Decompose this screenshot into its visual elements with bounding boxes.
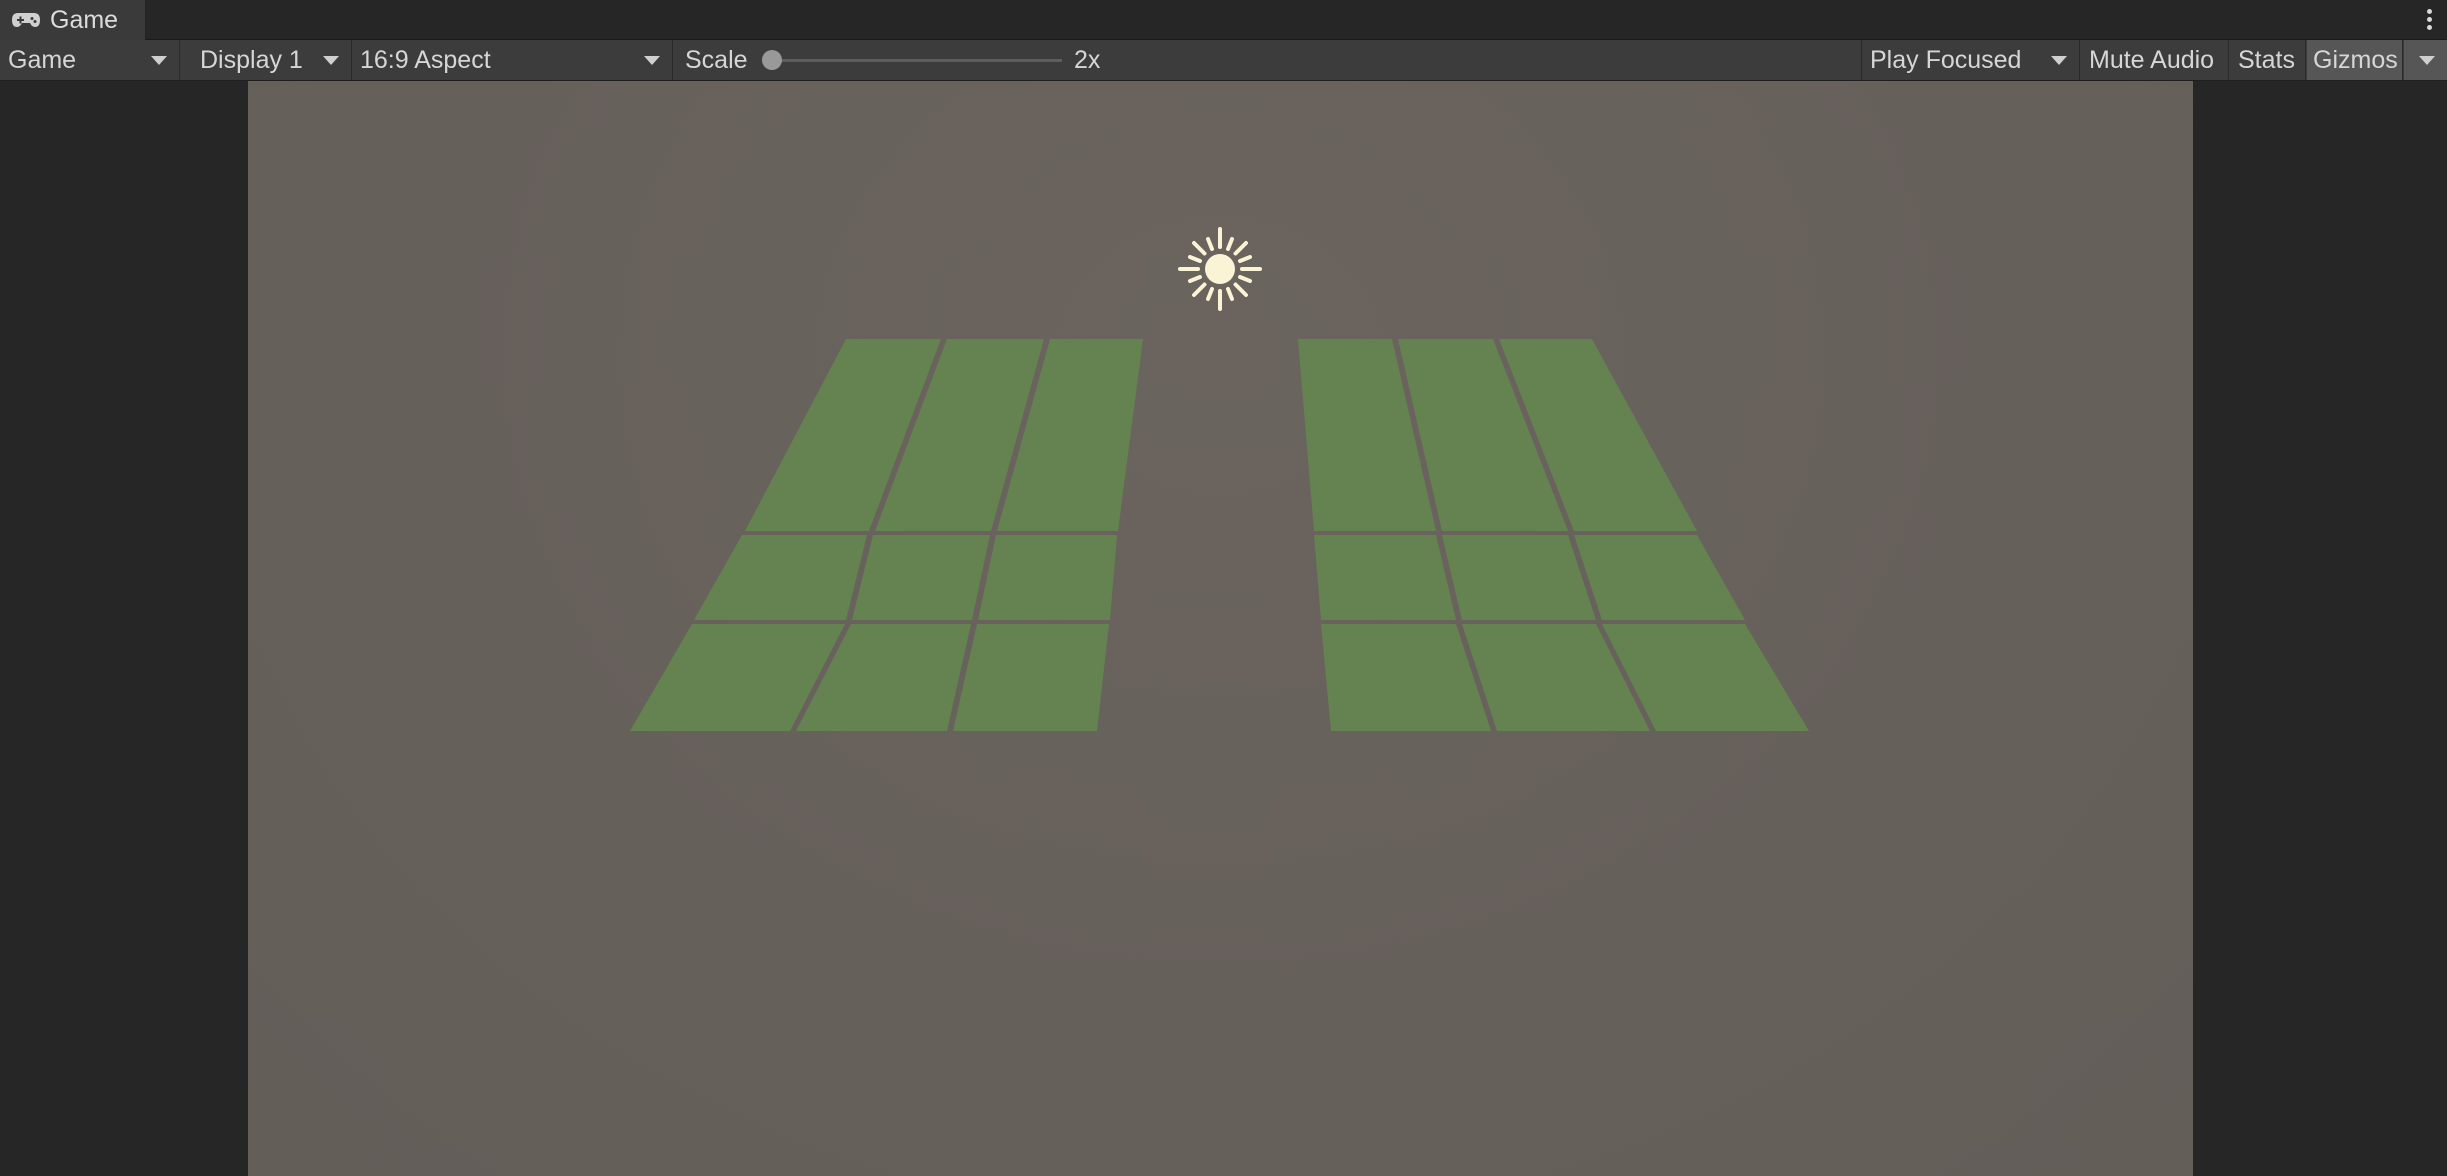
chevron-down-icon [644, 56, 660, 65]
scale-slider-track[interactable] [764, 59, 1062, 62]
stats-label: Stats [2238, 45, 2295, 74]
scene-render [630, 227, 1809, 731]
tile [1574, 535, 1745, 620]
sun-icon [1178, 227, 1262, 311]
chevron-down-icon [151, 56, 167, 65]
tile [1314, 535, 1456, 620]
tab-game[interactable]: Game [0, 0, 146, 40]
gizmos-dropdown[interactable] [2404, 40, 2447, 80]
mute-audio-label: Mute Audio [2089, 45, 2215, 74]
chevron-down-icon [2419, 56, 2435, 65]
tile [1321, 624, 1491, 731]
game-toolbar: Game Display 1 16:9 Aspect Scale 2x Play… [0, 40, 2447, 81]
aspect-dropdown[interactable]: 16:9 Aspect [353, 40, 673, 80]
tile [1442, 535, 1596, 620]
aspect-label: 16:9 Aspect [360, 45, 491, 74]
gizmos-label: Gizmos [2313, 45, 2398, 74]
scale-value-display: 2x [1066, 40, 1126, 80]
tile [978, 535, 1117, 620]
mute-audio-button[interactable]: Mute Audio [2081, 40, 2229, 80]
tile [694, 535, 867, 620]
play-mode-dropdown[interactable]: Play Focused [1861, 40, 2080, 80]
chevron-down-icon [2051, 56, 2067, 65]
view-mode-dropdown[interactable]: Game [0, 40, 180, 80]
display-dropdown[interactable]: Display 1 [182, 40, 352, 80]
tab-label: Game [50, 5, 119, 34]
chevron-down-icon [323, 56, 339, 65]
gizmos-button[interactable]: Gizmos [2307, 40, 2403, 80]
game-view[interactable] [248, 81, 2193, 1176]
play-mode-label: Play Focused [1870, 45, 2022, 74]
view-mode-label: Game [8, 45, 77, 74]
scale-label: Scale [685, 45, 748, 74]
display-label: Display 1 [200, 45, 303, 74]
left-tile-grid [630, 339, 1143, 731]
more-options-icon[interactable] [2425, 6, 2433, 34]
gamepad-icon [12, 13, 40, 27]
window-tab-bar: Game [0, 0, 2447, 40]
scale-slider-handle[interactable] [762, 50, 782, 70]
right-tile-grid [1298, 339, 1809, 731]
stats-button[interactable]: Stats [2230, 40, 2306, 80]
scale-value: 2x [1074, 45, 1101, 74]
tile [953, 624, 1109, 731]
tile [852, 535, 990, 620]
